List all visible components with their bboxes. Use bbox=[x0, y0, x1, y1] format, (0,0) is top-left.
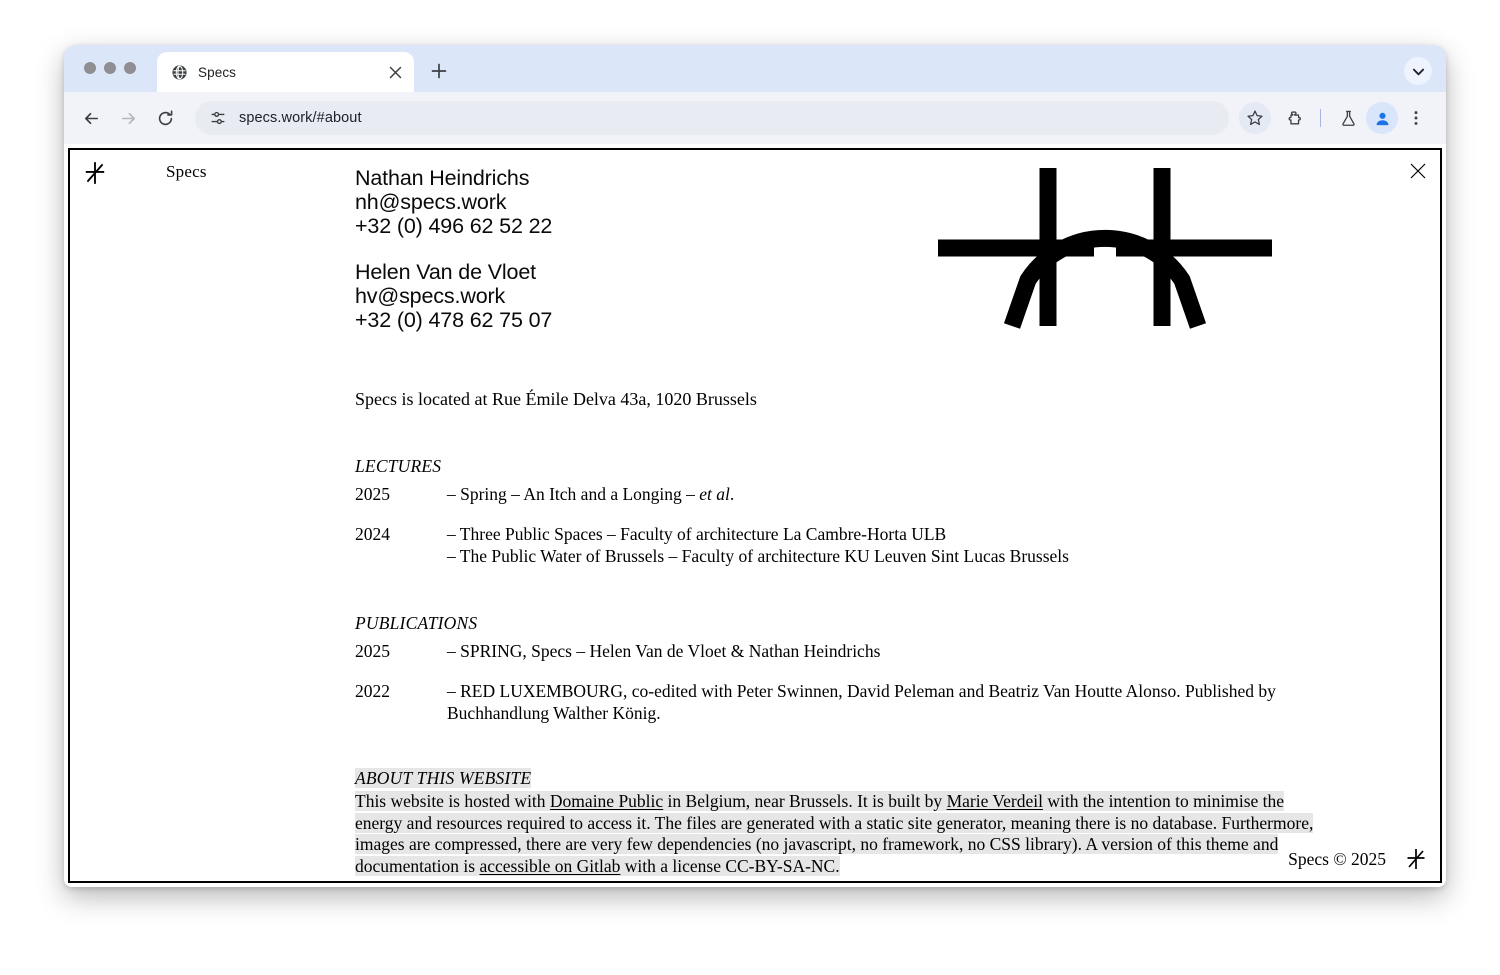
account-avatar-icon bbox=[1376, 112, 1388, 125]
lectures-title: LECTURES bbox=[355, 456, 442, 476]
specs-asterisk-logo-icon[interactable] bbox=[1406, 847, 1426, 871]
close-x-icon bbox=[1410, 163, 1426, 179]
specs-asterisk-logo-icon[interactable] bbox=[84, 160, 106, 186]
specs-double-asterisk-arch-logo-icon bbox=[938, 168, 1272, 329]
address-bar[interactable]: specs.work/#about bbox=[195, 101, 1229, 135]
reload-icon bbox=[158, 109, 172, 125]
flask-icon bbox=[1341, 110, 1355, 126]
window-traffic-lights[interactable] bbox=[84, 62, 136, 74]
new-tab-button[interactable] bbox=[424, 56, 454, 86]
browser-menu-button[interactable] bbox=[1400, 102, 1432, 134]
about-text: This website is hosted with bbox=[355, 791, 550, 811]
about-title-row: ABOUT THIS WEBSITE bbox=[355, 768, 1410, 789]
about-title: ABOUT THIS WEBSITE bbox=[355, 768, 532, 788]
entry-lines: – Three Public Spaces – Faculty of archi… bbox=[447, 523, 1410, 567]
entry-year: 2024 bbox=[355, 524, 390, 544]
forward-arrow-icon bbox=[121, 112, 135, 124]
entry-line: – SPRING, Specs – Helen Van de Vloet & N… bbox=[447, 641, 881, 661]
puzzle-piece-icon bbox=[1288, 110, 1301, 124]
entry-line: – Three Public Spaces – Faculty of archi… bbox=[447, 524, 947, 544]
reload-button[interactable] bbox=[148, 101, 182, 135]
about-link[interactable]: Marie Verdeil bbox=[947, 791, 1043, 811]
bookmark-button[interactable] bbox=[1239, 102, 1271, 134]
entry-lines: – RED LUXEMBOURG, co-edited with Peter S… bbox=[447, 680, 1410, 724]
address-bar-url[interactable]: specs.work/#about bbox=[239, 110, 362, 126]
browser-tab-specs[interactable]: Specs bbox=[157, 52, 414, 92]
lecture-entry: 2024 – Three Public Spaces – Faculty of … bbox=[355, 523, 1410, 567]
entry-lines: – Spring – An Itch and a Longing – et al… bbox=[447, 483, 1410, 505]
page-frame: Specs Nathan Heindrichs nh@specs.work +3… bbox=[68, 148, 1442, 883]
entry-year: 2025 bbox=[355, 641, 390, 661]
site-brand-name[interactable]: Specs bbox=[166, 162, 207, 182]
window-minimize-button[interactable] bbox=[104, 62, 116, 74]
window-maximize-button[interactable] bbox=[124, 62, 136, 74]
globe-icon bbox=[172, 64, 187, 80]
tune-sliders-icon[interactable] bbox=[209, 109, 227, 127]
entry-line: Buchhandlung Walther König. bbox=[447, 703, 661, 723]
site-content: Nathan Heindrichs nh@specs.work +32 (0) … bbox=[355, 166, 1410, 881]
publications-section: PUBLICATIONS 2025 – SPRING, Specs – Hele… bbox=[355, 613, 1410, 724]
office-address: Specs is located at Rue Émile Delva 43a,… bbox=[355, 389, 757, 409]
publication-entry: 2022 – RED LUXEMBOURG, co-edited with Pe… bbox=[355, 680, 1410, 724]
lecture-entry: 2025 – Spring – An Itch and a Longing – … bbox=[355, 483, 1410, 505]
lectures-section: LECTURES 2025 – Spring – An Itch and a L… bbox=[355, 456, 1410, 567]
about-link[interactable]: Domaine Public bbox=[550, 791, 663, 811]
publication-entry: 2025 – SPRING, Specs – Helen Van de Vloe… bbox=[355, 640, 1410, 662]
entry-line: – The Public Water of Brussels – Faculty… bbox=[447, 546, 1069, 566]
publications-title: PUBLICATIONS bbox=[355, 613, 478, 633]
copyright-text: Specs © 2025 bbox=[1288, 849, 1386, 869]
page-viewport: Specs Nathan Heindrichs nh@specs.work +3… bbox=[64, 144, 1446, 887]
tab-title: Specs bbox=[198, 64, 237, 80]
tab-close-icon[interactable] bbox=[384, 61, 406, 83]
star-icon bbox=[1247, 110, 1263, 126]
entry-line: – Spring – An Itch and a Longing – et al… bbox=[447, 484, 735, 504]
site-footer: Specs © 2025 bbox=[70, 849, 1440, 875]
entry-lines: – SPRING, Specs – Helen Van de Vloet & N… bbox=[447, 640, 1410, 662]
toolbar-divider bbox=[1320, 109, 1321, 127]
back-arrow-icon bbox=[84, 112, 98, 124]
profile-button[interactable] bbox=[1366, 102, 1398, 134]
window-close-button[interactable] bbox=[84, 62, 96, 74]
three-dot-menu-icon bbox=[1414, 111, 1418, 125]
tab-strip: Specs bbox=[64, 45, 1446, 92]
entry-line: – RED LUXEMBOURG, co-edited with Peter S… bbox=[447, 681, 1276, 701]
tab-search-button[interactable] bbox=[1404, 57, 1432, 85]
chevron-down-icon bbox=[1412, 68, 1424, 75]
back-button[interactable] bbox=[74, 101, 108, 135]
browser-toolbar: specs.work/#about bbox=[64, 92, 1446, 144]
labs-button[interactable] bbox=[1332, 102, 1364, 134]
extensions-button[interactable] bbox=[1279, 102, 1311, 134]
entry-year: 2022 bbox=[355, 681, 390, 701]
plus-icon bbox=[431, 63, 447, 79]
about-text: in Belgium, near Brussels. It is built b… bbox=[663, 791, 947, 811]
entry-year: 2025 bbox=[355, 484, 390, 504]
browser-window: Specs specs.work/#about Specs Nathan Hei… bbox=[64, 45, 1446, 887]
forward-button[interactable] bbox=[111, 101, 145, 135]
